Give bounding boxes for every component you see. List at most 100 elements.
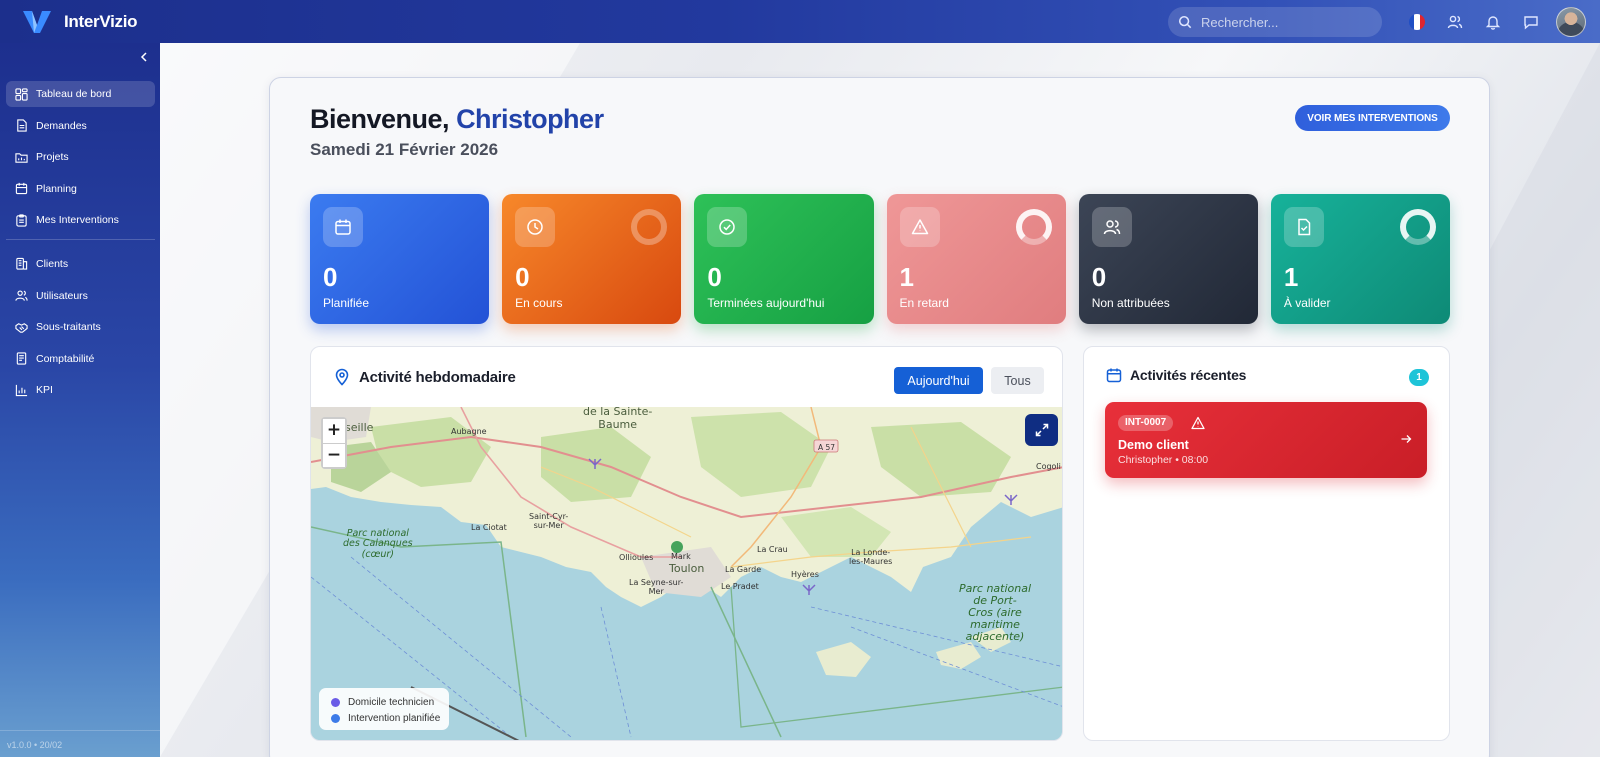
stat-card-to-validate[interactable]: 1 À valider [1270, 194, 1451, 324]
sidebar-item-label: Clients [36, 257, 69, 270]
file-icon [17, 119, 27, 132]
calendar-icon [323, 207, 363, 247]
sidebar-item-utilisateurs[interactable]: Utilisateurs [6, 283, 155, 309]
view-my-interventions-button[interactable]: VOIR MES INTERVENTIONS [1295, 105, 1450, 131]
search-icon [1178, 15, 1192, 29]
map-pin-icon [335, 368, 349, 386]
arrow-right-icon [1401, 435, 1412, 443]
map-place-label: Toulon [669, 562, 705, 575]
sidebar-item-label: Mes Interventions [36, 214, 119, 227]
users-icon [15, 290, 28, 301]
stat-label: À valider [1283, 296, 1331, 310]
sidebar-item-dashboard[interactable]: Tableau de bord [6, 81, 155, 107]
stat-value: 0 [515, 262, 530, 292]
stat-card-unassigned[interactable]: 0 Non attribuées [1078, 194, 1258, 324]
filter-all-button[interactable]: Tous [991, 367, 1044, 394]
sidebar-collapse-button[interactable] [136, 49, 152, 65]
sidebar-item-label: Planning [36, 182, 77, 195]
messages-button[interactable] [1512, 0, 1550, 43]
search-box[interactable] [1168, 7, 1382, 37]
sidebar-item-sous-traitants[interactable]: Sous-traitants [6, 314, 155, 340]
bar-chart-icon [15, 384, 28, 397]
progress-ring [631, 209, 668, 245]
stat-card-planned[interactable]: 0 Planifiée [310, 194, 490, 324]
map-place-label: La Garde [725, 565, 762, 574]
map-legend: Domicile technicien Intervention planifi… [319, 688, 449, 730]
top-icons [1398, 0, 1586, 43]
greeting-text: Bienvenue, [310, 104, 450, 134]
clock-icon [515, 207, 556, 247]
handshake-icon [15, 322, 28, 333]
stat-value: 0 [707, 262, 722, 292]
current-date: Samedi 21 Février 2026 [310, 140, 499, 159]
page-title: Bienvenue, Christopher [310, 104, 604, 135]
legend-item: Domicile technicien [331, 694, 449, 710]
warning-icon [899, 207, 940, 247]
sidebar-item-label: Sous-traitants [36, 321, 101, 334]
zoom-out-button[interactable]: − [323, 443, 345, 467]
progress-ring [1015, 209, 1052, 245]
sidebar-divider [0, 730, 160, 731]
fullscreen-button[interactable] [1025, 414, 1058, 446]
stat-value: 1 [899, 262, 914, 292]
file-check-icon [1283, 207, 1324, 247]
sidebar-item-label: Projets [36, 151, 69, 164]
dashboard-icon [15, 87, 28, 101]
stat-card-in-progress[interactable]: 0 En cours [502, 194, 682, 324]
activity-item[interactable]: INT-0007 Demo client Christopher • 08:00 [1105, 402, 1427, 478]
user-name: Christopher [456, 104, 604, 134]
sidebar-item-label: Utilisateurs [36, 289, 88, 302]
brand-logo-icon [23, 10, 51, 33]
team-button[interactable] [1436, 0, 1474, 43]
sidebar-item-planning[interactable]: Planning [6, 176, 155, 202]
map-place-label: Cogoli [1036, 462, 1061, 471]
sidebar-item-clients[interactable]: Clients [6, 251, 155, 277]
calendar-icon [1106, 368, 1122, 383]
map-place-label: Ollioules [619, 553, 654, 562]
expand-icon [1035, 423, 1048, 437]
sidebar-item-mes-interventions[interactable]: Mes Interventions [6, 207, 155, 233]
legend-dot [331, 713, 340, 723]
stat-label: En retard [899, 296, 949, 310]
activity-client: Demo client [1118, 438, 1189, 452]
brand[interactable]: InterVizio [0, 0, 160, 43]
language-button[interactable] [1398, 0, 1436, 43]
map-place-label: de la Sainte- Baume [583, 407, 653, 431]
flag-fr-icon [1409, 13, 1425, 30]
weekly-activity-title: Activité hebdomadaire [359, 368, 516, 386]
sidebar-item-projets[interactable]: Projets [6, 144, 155, 170]
zoom-in-button[interactable]: + [323, 419, 345, 444]
clipboard-icon [16, 214, 27, 227]
stat-value: 0 [323, 262, 338, 292]
activity-meta: Christopher • 08:00 [1118, 454, 1209, 466]
sidebar-item-kpi[interactable]: KPI [6, 377, 155, 403]
map[interactable]: de la Sainte- Baume seille Aubagne A 57 … [311, 407, 1062, 740]
map-park-label: Parc national de Port- Cros (aire mariti… [959, 582, 1032, 644]
recent-activities-card: Activités récentes 1 INT-0007 Demo clien… [1083, 346, 1450, 741]
map-place-label: Aubagne [451, 427, 487, 436]
avatar[interactable] [1556, 6, 1586, 37]
sidebar-item-demandes[interactable]: Demandes [6, 113, 155, 139]
sidebar-item-label: Demandes [36, 119, 87, 132]
brand-name: InterVizio [64, 11, 138, 31]
filter-today-button[interactable]: Aujourd'hui [894, 367, 983, 394]
stat-card-late[interactable]: 1 En retard [886, 194, 1066, 324]
map-place-label: La Seyne-sur- Mer [629, 578, 684, 596]
legend-label: Domicile technicien [348, 696, 435, 708]
search-input[interactable] [1201, 14, 1371, 30]
stat-card-completed-today[interactable]: 0 Terminées aujourd'hui [694, 194, 874, 324]
map-place-label: Mark [671, 552, 691, 561]
app-version: v1.0.0 • 20/02 [7, 740, 63, 750]
legend-dot [331, 697, 340, 707]
chat-icon [1524, 15, 1538, 30]
progress-ring [1400, 209, 1437, 245]
sidebar-item-comptabilite[interactable]: Comptabilité [6, 346, 155, 372]
check-circle-icon [707, 207, 748, 247]
sidebar-item-label: Comptabilité [36, 352, 95, 365]
top-bar: InterVizio [0, 0, 1600, 43]
stat-value: 0 [1091, 262, 1107, 292]
map-place-label: A 57 [818, 443, 836, 452]
dashboard-panel: Bienvenue, Christopher Samedi 21 Février… [269, 77, 1490, 757]
notifications-button[interactable] [1474, 0, 1512, 43]
stat-label: Planifiée [323, 296, 370, 310]
